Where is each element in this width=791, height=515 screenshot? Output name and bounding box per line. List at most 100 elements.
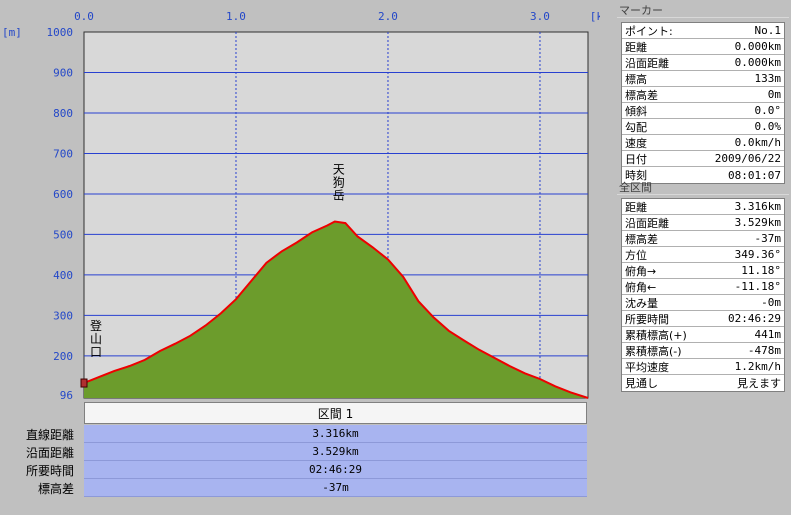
marker-label: 沿面距離 xyxy=(625,56,669,70)
total-value: -37m xyxy=(754,232,782,245)
marker-value: 0.0km/h xyxy=(734,136,781,149)
marker-value: 0m xyxy=(767,88,781,101)
total-panel-title: 全区間 xyxy=(617,179,789,195)
x-unit-label: [km] xyxy=(590,10,600,23)
interval-row-label: 沿面距離 xyxy=(25,445,74,460)
marker-label: 標高差 xyxy=(625,88,658,102)
x-tick-label: 0.0 xyxy=(74,10,94,23)
marker-row: 標高差 0m xyxy=(622,87,784,103)
total-label: 累積標高(+) xyxy=(625,328,687,342)
marker-label: 日付 xyxy=(625,152,647,166)
marker-row: 沿面距離 0.000km xyxy=(622,55,784,71)
annotation-label: 登山口 xyxy=(90,318,102,359)
annotation-label: 天狗岳 xyxy=(333,162,345,202)
interval-header[interactable]: 区間 1 xyxy=(84,402,587,424)
total-value: -478m xyxy=(747,344,781,357)
elevation-chart: 1000 900 800 700 600 500 400 300 200 96 0.0 1.0 2.0 3… xyxy=(2,10,600,402)
marker-value: No.1 xyxy=(754,24,782,37)
y-tick-label: 200 xyxy=(53,350,73,363)
marker-label: 距離 xyxy=(625,40,647,54)
total-value: 441m xyxy=(754,328,782,341)
marker-label: ポイント: xyxy=(625,24,673,38)
marker-label: 標高 xyxy=(625,72,647,86)
y-tick-label: 700 xyxy=(53,147,73,160)
marker-row: 傾斜 0.0° xyxy=(622,103,784,119)
interval-row-label: 直線距離 xyxy=(25,427,74,442)
marker-value: 0.000km xyxy=(734,40,781,53)
y-unit-label: [m] xyxy=(2,26,22,39)
total-row: 標高差 -37m xyxy=(622,231,784,247)
interval-row-label: 所要時間 xyxy=(25,463,74,478)
total-label: 沈み量 xyxy=(625,296,658,310)
total-row: 方位 349.36° xyxy=(622,247,784,263)
total-value: 349.36° xyxy=(734,248,781,261)
y-tick-label: 400 xyxy=(53,269,73,282)
interval-row-value: -37m xyxy=(84,479,587,497)
total-value: -0m xyxy=(761,296,781,309)
interval-table: 直線距離 3.316km 沿面距離 3.529km 所要時間 02:46:29 標高差 -37… xyxy=(0,425,588,497)
marker-row: 標高 133m xyxy=(622,71,784,87)
total-label: 沿面距離 xyxy=(625,216,669,230)
interval-row-value: 02:46:29 xyxy=(84,461,587,479)
total-panel: 距離 3.316km 沿面距離 3.529km 標高差 -37m 方位 349.36° 俯角→ 1… xyxy=(621,198,785,392)
marker-row: 距離 0.000km xyxy=(622,39,784,55)
total-label: 累積標高(-) xyxy=(625,344,682,358)
total-row: 累積標高(+) 441m xyxy=(622,327,784,343)
total-value: -11.18° xyxy=(734,280,781,293)
total-row: 見通し 見えます xyxy=(622,375,784,391)
total-label: 標高差 xyxy=(625,232,658,246)
total-row: 俯角← -11.18° xyxy=(622,279,784,295)
marker-panel: ポイント: No.1 距離 0.000km 沿面距離 0.000km 標高 133m 標高差 0m… xyxy=(621,22,785,184)
total-label: 方位 xyxy=(625,248,647,262)
x-tick-label: 1.0 xyxy=(226,10,246,23)
total-label: 俯角← xyxy=(625,280,657,294)
marker-row: 速度 0.0km/h xyxy=(622,135,784,151)
interval-row-label: 標高差 xyxy=(37,481,74,496)
total-value: 11.18° xyxy=(741,264,781,277)
y-tick-label: 1000 xyxy=(47,26,74,39)
marker-row: ポイント: No.1 xyxy=(622,23,784,39)
total-label: 所要時間 xyxy=(625,312,669,326)
y-tick-label: 800 xyxy=(53,107,73,120)
total-value: 3.529km xyxy=(734,216,781,229)
total-label: 平均速度 xyxy=(625,360,669,374)
total-row: 所要時間 02:46:29 xyxy=(622,311,784,327)
marker-value: 133m xyxy=(754,72,782,85)
total-value: 3.316km xyxy=(734,200,781,213)
total-value: 02:46:29 xyxy=(728,312,781,325)
start-point-marker xyxy=(80,378,88,388)
marker-row: 日付 2009/06/22 xyxy=(622,151,784,167)
interval-row-value: 3.316km xyxy=(84,425,587,443)
total-value: 見えます xyxy=(737,377,781,390)
marker-label: 勾配 xyxy=(625,120,647,134)
y-tick-label: 300 xyxy=(53,309,73,322)
y-tick-label: 900 xyxy=(53,66,73,79)
y-tick-label: 500 xyxy=(53,228,73,241)
marker-panel-title: マーカー xyxy=(617,2,789,18)
y-tick-label: 600 xyxy=(53,188,73,201)
interval-row: 沿面距離 3.529km xyxy=(0,443,588,461)
interval-row: 所要時間 02:46:29 xyxy=(0,461,588,479)
marker-row: 勾配 0.0% xyxy=(622,119,784,135)
interval-row: 標高差 -37m xyxy=(0,479,588,497)
total-row: 距離 3.316km xyxy=(622,199,784,215)
total-row: 沿面距離 3.529km xyxy=(622,215,784,231)
marker-label: 傾斜 xyxy=(625,104,647,118)
total-row: 累積標高(-) -478m xyxy=(622,343,784,359)
marker-value: 0.000km xyxy=(734,56,781,69)
total-label: 俯角→ xyxy=(625,264,657,278)
x-tick-label: 3.0 xyxy=(530,10,550,23)
total-row: 平均速度 1.2km/h xyxy=(622,359,784,375)
interval-row: 直線距離 3.316km xyxy=(0,425,588,443)
interval-row-value: 3.529km xyxy=(84,443,587,461)
marker-value: 2009/06/22 xyxy=(714,152,781,165)
total-row: 俯角→ 11.18° xyxy=(622,263,784,279)
marker-value: 0.0% xyxy=(754,120,782,133)
total-label: 距離 xyxy=(625,200,647,214)
total-row: 沈み量 -0m xyxy=(622,295,784,311)
total-label: 見通し xyxy=(625,377,658,390)
y-tick-label: 96 xyxy=(60,389,73,402)
marker-value: 0.0° xyxy=(754,104,782,117)
x-tick-label: 2.0 xyxy=(378,10,398,23)
total-value: 1.2km/h xyxy=(734,360,781,373)
